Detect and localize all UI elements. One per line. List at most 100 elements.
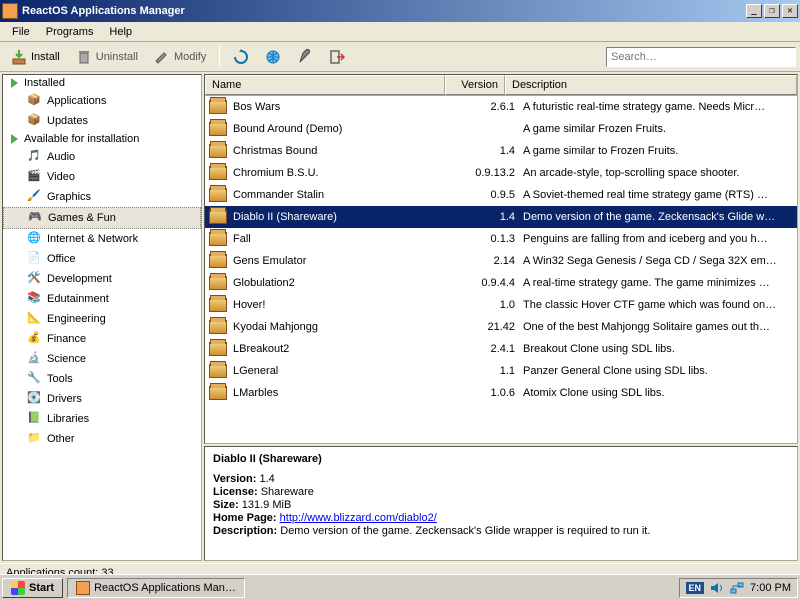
package-icon [209,364,227,378]
category-icon: 🎵 [27,149,43,165]
list-row[interactable]: Hover!1.0The classic Hover CTF game whic… [205,294,797,316]
sidebar[interactable]: Installed📦Applications📦UpdatesAvailable … [2,74,202,561]
sidebar-item-drivers[interactable]: 💽Drivers [3,389,201,409]
package-icon [209,320,227,334]
category-icon: 🎬 [27,169,43,185]
close-button[interactable]: ✕ [782,4,798,18]
sidebar-item-internet-network[interactable]: 🌐Internet & Network [3,229,201,249]
refresh-icon [233,49,249,65]
sidebar-item-graphics[interactable]: 🖌️Graphics [3,187,201,207]
package-icon [209,166,227,180]
list-row[interactable]: Commander Stalin0.9.5A Soviet-themed rea… [205,184,797,206]
sidebar-item-finance[interactable]: 💰Finance [3,329,201,349]
folder-icon: 📦 [27,93,43,109]
globe-icon [265,49,281,65]
category-icon: 📚 [27,291,43,307]
clock[interactable]: 7:00 PM [750,582,791,594]
category-icon: 🌐 [27,231,43,247]
menubar: File Programs Help [0,22,800,42]
app-icon [2,3,18,19]
package-icon [209,254,227,268]
network-icon[interactable] [730,581,744,595]
package-icon [209,386,227,400]
category-icon: 🛠️ [27,271,43,287]
sidebar-item-science[interactable]: 🔬Science [3,349,201,369]
sidebar-item-installed[interactable]: Installed [3,75,201,91]
app-icon [76,581,90,595]
sidebar-item-video[interactable]: 🎬Video [3,167,201,187]
refresh-button[interactable] [226,45,256,69]
package-icon [209,298,227,312]
arrow-icon [11,78,18,88]
list-row[interactable]: LMarbles1.0.6Atomix Clone using SDL libs… [205,382,797,404]
package-icon [209,144,227,158]
category-icon: 🔧 [27,371,43,387]
sidebar-item-other[interactable]: 📁Other [3,429,201,449]
homepage-link[interactable]: http://www.blizzard.com/diablo2/ [280,512,437,524]
sidebar-item-engineering[interactable]: 📐Engineering [3,309,201,329]
sidebar-item-games-fun[interactable]: 🎮Games & Fun [3,207,201,229]
start-icon [11,581,25,595]
sidebar-item-libraries[interactable]: 📗Libraries [3,409,201,429]
category-icon: 📐 [27,311,43,327]
taskbar-app-button[interactable]: ReactOS Applications Man… [67,578,245,598]
minimize-button[interactable]: _ [746,4,762,18]
sidebar-item-office[interactable]: 📄Office [3,249,201,269]
sidebar-item-applications[interactable]: 📦Applications [3,91,201,111]
uninstall-icon [76,49,92,65]
list-row[interactable]: Gens Emulator2.14A Win32 Sega Genesis / … [205,250,797,272]
toolbar-separator [219,46,220,68]
menu-programs[interactable]: Programs [38,24,102,40]
modify-button[interactable]: Modify [147,45,213,69]
package-icon [209,210,227,224]
uninstall-button[interactable]: Uninstall [69,45,145,69]
list-row[interactable]: Bos Wars2.6.1A futuristic real-time stra… [205,96,797,118]
details-title: Diablo II (Shareware) [213,453,789,465]
maximize-button[interactable]: ❐ [764,4,780,18]
column-description[interactable]: Description [505,75,797,95]
update-db-button[interactable] [258,45,288,69]
list-row[interactable]: Christmas Bound1.4A game similar to Froz… [205,140,797,162]
volume-icon[interactable] [710,581,724,595]
list-row[interactable]: Fall0.1.3Penguins are falling from and i… [205,228,797,250]
exit-button[interactable] [322,45,352,69]
category-icon: 💽 [27,391,43,407]
sidebar-item-available[interactable]: Available for installation [3,131,201,147]
install-button[interactable]: Install [4,45,67,69]
category-icon: 🖌️ [27,189,43,205]
menu-help[interactable]: Help [101,24,140,40]
list-row[interactable]: Chromium B.S.U.0.9.13.2An arcade-style, … [205,162,797,184]
sidebar-item-edutainment[interactable]: 📚Edutainment [3,289,201,309]
settings-button[interactable] [290,45,320,69]
list-row[interactable]: LBreakout22.4.1Breakout Clone using SDL … [205,338,797,360]
list-row[interactable]: Bound Around (Demo)A game similar Frozen… [205,118,797,140]
search-input[interactable] [606,47,796,67]
wrench-icon [297,49,313,65]
column-version[interactable]: Version [445,75,505,95]
category-icon: 💰 [27,331,43,347]
app-list[interactable]: Name Version Description Bos Wars2.6.1A … [204,74,798,444]
language-indicator[interactable]: EN [686,582,705,594]
titlebar: ReactOS Applications Manager _ ❐ ✕ [0,0,800,22]
sidebar-item-audio[interactable]: 🎵Audio [3,147,201,167]
menu-file[interactable]: File [4,24,38,40]
sidebar-item-updates[interactable]: 📦Updates [3,111,201,131]
sidebar-item-tools[interactable]: 🔧Tools [3,369,201,389]
category-icon: 📁 [27,431,43,447]
list-row[interactable]: Globulation20.9.4.4A real-time strategy … [205,272,797,294]
category-icon: 📗 [27,411,43,427]
category-icon: 🔬 [27,351,43,367]
toolbar: Install Uninstall Modify [0,42,800,72]
list-row[interactable]: Kyodai Mahjongg21.42One of the best Mahj… [205,316,797,338]
package-icon [209,232,227,246]
install-icon [11,49,27,65]
column-name[interactable]: Name [205,75,445,95]
list-row[interactable]: LGeneral1.1Panzer General Clone using SD… [205,360,797,382]
start-button[interactable]: Start [2,578,63,598]
category-icon: 📄 [27,251,43,267]
list-header: Name Version Description [205,75,797,96]
folder-icon: 📦 [27,113,43,129]
list-row[interactable]: Diablo II (Shareware)1.4Demo version of … [205,206,797,228]
sidebar-item-development[interactable]: 🛠️Development [3,269,201,289]
arrow-icon [11,134,18,144]
